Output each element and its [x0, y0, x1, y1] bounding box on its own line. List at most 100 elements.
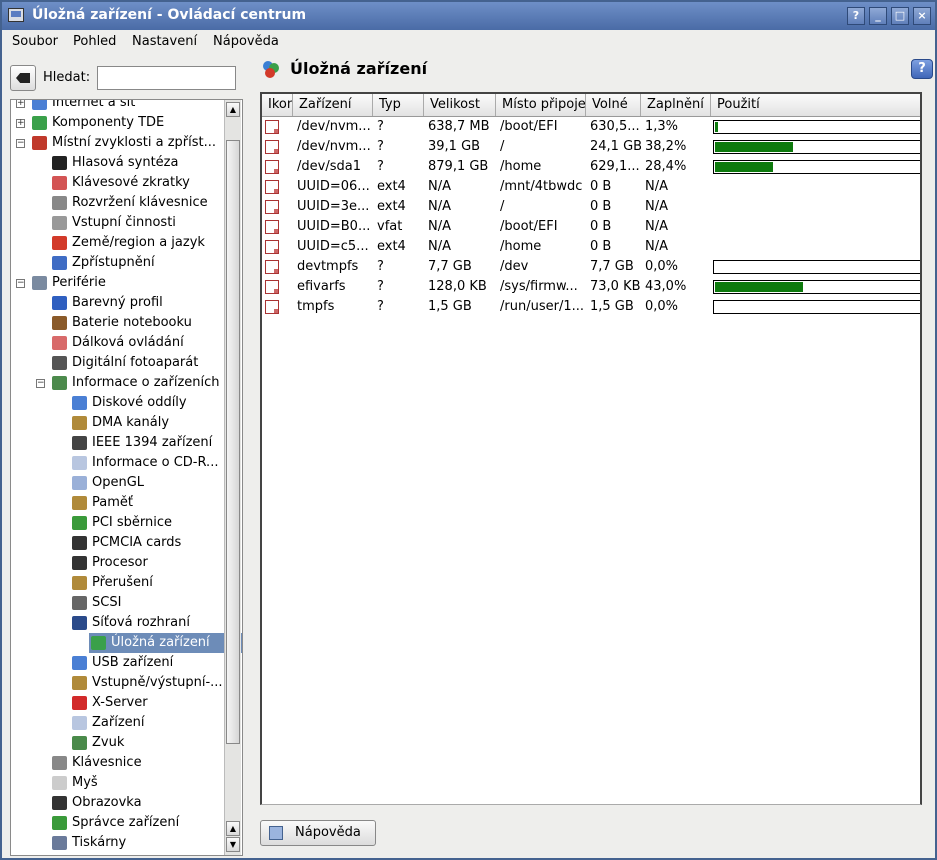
module-tree[interactable]: + Internet a síť + Komponenty TDE − Místní zv…: [10, 99, 243, 856]
tree-item[interactable]: PCI sběrnice: [11, 513, 225, 533]
cell-mount: /home: [500, 239, 542, 254]
cell-device: /dev/sda1: [297, 159, 361, 174]
tree-item[interactable]: − Periférie: [11, 273, 225, 293]
clear-search-button[interactable]: [10, 65, 36, 91]
expand-icon[interactable]: +: [16, 100, 25, 108]
table-row[interactable]: /dev/nvm...? 39,1 GB / 24,1 GB 38,2%: [262, 137, 920, 157]
mouse-icon: [52, 776, 67, 790]
tree-item[interactable]: Paměť: [11, 493, 225, 513]
tree-item[interactable]: Přerušení: [11, 573, 225, 593]
menu-pohled[interactable]: Pohled: [73, 34, 116, 49]
help-icon[interactable]: ?: [911, 59, 933, 79]
column-header[interactable]: Typ: [373, 94, 424, 116]
menu-soubor[interactable]: Soubor: [12, 34, 58, 49]
tree-item[interactable]: Úložná zařízení: [89, 633, 242, 653]
cell-device: tmpfs: [297, 299, 335, 314]
tree-item-label: Diskové oddíly: [92, 395, 187, 410]
table-row[interactable]: devtmpfs? 7,7 GB/dev 7,7 GB 0,0%: [262, 257, 920, 277]
tree-item[interactable]: Procesor: [11, 553, 225, 573]
tree-item[interactable]: − Místní zvyklosti a zpříst...: [11, 133, 225, 153]
table-row[interactable]: tmpfs? 1,5 GB/run/user/1... 1,5 GB 0,0%: [262, 297, 920, 317]
collapse-icon[interactable]: −: [16, 139, 25, 148]
table-row[interactable]: /dev/sda1? 879,1 GB/home 629,1... 28,4%: [262, 157, 920, 177]
tree-item-label: Baterie notebooku: [72, 315, 192, 330]
close-button[interactable]: ×: [913, 7, 931, 25]
column-header[interactable]: Zařízení: [293, 94, 373, 116]
tree-item[interactable]: Dálková ovládání: [11, 333, 225, 353]
dma-icon: [72, 416, 87, 430]
tree-item[interactable]: + Internet a síť: [11, 100, 225, 113]
tree-item-label: Vstupně/výstupní-...: [92, 675, 223, 690]
tree-item-label: Informace o zařízeních: [72, 375, 220, 390]
scroll-down-button[interactable]: ▼: [226, 837, 240, 852]
tree-item[interactable]: Vstupní činnosti: [11, 213, 225, 233]
title-bar[interactable]: Úložná zařízení - Ovládací centrum ? _ □…: [2, 2, 935, 30]
storage-icon: [91, 636, 106, 650]
cell-mount: /: [500, 199, 505, 214]
table-row[interactable]: UUID=06... ext4 N/A/mnt/4tbwdc 0 B N/A: [262, 177, 920, 197]
menu-nastaveni[interactable]: Nastavení: [132, 34, 197, 49]
tree-item[interactable]: Klávesnice: [11, 753, 225, 773]
tree-item-label: Barevný profil: [72, 295, 163, 310]
tree-item[interactable]: Země/region a jazyk: [11, 233, 225, 253]
tree-item[interactable]: Hlasová syntéza: [11, 153, 225, 173]
tree-item[interactable]: SCSI: [11, 593, 225, 613]
usage-bar-fill: [715, 282, 803, 292]
column-header[interactable]: Volné: [586, 94, 641, 116]
tree-item[interactable]: IEEE 1394 zařízení: [11, 433, 225, 453]
column-header[interactable]: Velikost: [424, 94, 496, 116]
tree-item[interactable]: DMA kanály: [11, 413, 225, 433]
collapse-icon[interactable]: −: [36, 379, 45, 388]
tree-item[interactable]: Zvuk: [11, 733, 225, 753]
scroll-up-button-lower[interactable]: ▲: [226, 821, 240, 836]
column-header[interactable]: Místo připojení: [496, 94, 586, 116]
table-row[interactable]: UUID=3e... ext4 N/A / 0 B N/A: [262, 197, 920, 217]
tree-item[interactable]: Informace o CD-R...: [11, 453, 225, 473]
device-icon: [265, 260, 279, 274]
tree-item[interactable]: Barevný profil: [11, 293, 225, 313]
tree-item[interactable]: Správce zařízení: [11, 813, 225, 833]
tree-item[interactable]: PCMCIA cards: [11, 533, 225, 553]
tree-item[interactable]: Zařízení: [11, 713, 225, 733]
maximize-button[interactable]: □: [891, 7, 909, 25]
search-input[interactable]: [97, 66, 236, 90]
collapse-icon[interactable]: −: [16, 279, 25, 288]
column-header[interactable]: Ikona: [262, 94, 293, 116]
expand-icon[interactable]: +: [16, 119, 25, 128]
tree-item[interactable]: USB zařízení: [11, 653, 225, 673]
tree-item[interactable]: + Komponenty TDE: [11, 113, 225, 133]
tree-item[interactable]: X-Server: [11, 693, 225, 713]
tree-item[interactable]: Myš: [11, 773, 225, 793]
tree-item[interactable]: Síťová rozhraní: [11, 613, 225, 633]
tree-item[interactable]: Klávesové zkratky: [11, 173, 225, 193]
tree-item[interactable]: OpenGL: [11, 473, 225, 493]
table-row[interactable]: efivarfs? 128,0 KB/sys/firmw... 73,0 KB 43,…: [262, 277, 920, 297]
tree-item[interactable]: Diskové oddíly: [11, 393, 225, 413]
tree-item-label: Komponenty TDE: [52, 115, 165, 130]
tree-item[interactable]: − Informace o zařízeních: [11, 373, 225, 393]
menu-napoveda[interactable]: Nápověda: [213, 34, 279, 49]
column-header[interactable]: Zaplnění: [641, 94, 711, 116]
tree-item[interactable]: Tiskárny: [11, 833, 225, 853]
tree-item[interactable]: Baterie notebooku: [11, 313, 225, 333]
column-header[interactable]: Použití: [711, 94, 920, 116]
context-help-button[interactable]: ?: [847, 7, 865, 25]
tree-item[interactable]: Digitální fotoaparát: [11, 353, 225, 373]
tree-item[interactable]: Vstupně/výstupní-...: [11, 673, 225, 693]
tree-item[interactable]: Rozvržení klávesnice: [11, 193, 225, 213]
control-center-icon[interactable]: [8, 8, 24, 22]
table-row[interactable]: /dev/nvm...? 638,7 MB/boot/EFI 630,5... 1,3…: [262, 117, 920, 137]
scroll-thumb[interactable]: [226, 140, 240, 744]
scroll-up-button[interactable]: ▲: [226, 102, 240, 117]
table-row[interactable]: UUID=c5... ext4 N/A/home 0 B N/A: [262, 237, 920, 257]
tree-item-label: Procesor: [92, 555, 148, 570]
help-button[interactable]: Nápověda: [260, 820, 376, 846]
cell-size: N/A: [428, 239, 451, 254]
minimize-button[interactable]: _: [869, 7, 887, 25]
tree-scrollbar[interactable]: ▲ ▲ ▼: [224, 100, 241, 855]
table-row[interactable]: UUID=B0... vfat N/A/boot/EFI 0 B N/A: [262, 217, 920, 237]
usage-bar: [713, 280, 920, 294]
tree-item[interactable]: Obrazovka: [11, 793, 225, 813]
device-icon: [265, 180, 279, 194]
tree-item[interactable]: Zpřístupnění: [11, 253, 225, 273]
